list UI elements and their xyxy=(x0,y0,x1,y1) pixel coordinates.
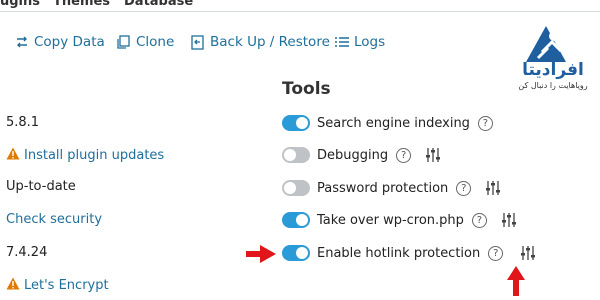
lets-encrypt-link[interactable]: Let's Encrypt xyxy=(6,277,109,293)
logo-name: افرادیتا xyxy=(522,60,584,80)
php-version: 7.4.24 xyxy=(6,245,48,260)
clone-button[interactable]: Clone xyxy=(116,34,174,50)
nav-tab-database[interactable]: Database xyxy=(124,0,193,9)
nav-tab-plugins[interactable]: ugins xyxy=(0,0,40,9)
logo-tagline: رویاهایت را دنبال کن xyxy=(518,81,588,90)
clone-icon xyxy=(117,34,130,49)
toggle-knob xyxy=(296,117,308,129)
help-icon[interactable]: ? xyxy=(471,212,487,228)
toggle-knob xyxy=(296,214,308,226)
warning-icon xyxy=(6,277,20,290)
tool-row-debugging: Debugging ? xyxy=(282,145,441,165)
tool-row-hotlink: Enable hotlink protection ? xyxy=(282,243,536,263)
nav-divider xyxy=(0,11,600,12)
backup-restore-button[interactable]: Back Up / Restore xyxy=(190,34,330,50)
help-icon[interactable]: ? xyxy=(396,147,412,163)
password-toggle[interactable] xyxy=(282,180,310,196)
tools-heading: Tools xyxy=(282,79,331,99)
settings-sliders-icon[interactable] xyxy=(425,147,441,163)
toggle-knob xyxy=(284,149,296,161)
copy-data-button[interactable]: Copy Data xyxy=(14,34,105,50)
toggle-knob xyxy=(284,182,296,194)
red-arrow-right-icon xyxy=(246,245,276,263)
backup-icon xyxy=(191,34,204,50)
tool-label: Take over wp-cron.php xyxy=(317,212,464,228)
copy-data-icon xyxy=(17,36,27,48)
tool-label: Password protection xyxy=(317,180,449,196)
logs-icon xyxy=(335,37,349,47)
copy-data-label: Copy Data xyxy=(34,34,105,50)
install-updates-link[interactable]: Install plugin updates xyxy=(6,147,164,163)
check-security-link[interactable]: Check security xyxy=(6,212,102,227)
install-updates-label: Install plugin updates xyxy=(24,148,165,163)
wp-cron-toggle[interactable] xyxy=(282,212,310,228)
logs-button[interactable]: Logs xyxy=(334,34,385,50)
settings-sliders-icon[interactable] xyxy=(520,245,536,261)
logs-label: Logs xyxy=(354,34,386,50)
backup-label: Back Up / Restore xyxy=(210,34,330,50)
tool-row-password: Password protection ? xyxy=(282,178,501,198)
debugging-toggle[interactable] xyxy=(282,147,310,163)
settings-sliders-icon[interactable] xyxy=(485,180,501,196)
clone-label: Clone xyxy=(136,34,175,50)
warning-icon xyxy=(6,147,20,160)
help-icon[interactable]: ? xyxy=(488,245,504,261)
tool-label: Search engine indexing xyxy=(317,115,470,131)
toggle-knob xyxy=(296,247,308,259)
settings-sliders-icon[interactable] xyxy=(501,212,517,228)
red-arrow-up-icon xyxy=(507,266,525,296)
nav-tab-themes[interactable]: Themes xyxy=(53,0,110,9)
search-indexing-toggle[interactable] xyxy=(282,115,310,131)
lets-encrypt-label: Let's Encrypt xyxy=(24,278,109,293)
help-icon[interactable]: ? xyxy=(477,115,493,131)
help-icon[interactable]: ? xyxy=(456,180,472,196)
hotlink-toggle[interactable] xyxy=(282,245,310,261)
tool-row-search-indexing: Search engine indexing ? xyxy=(282,113,493,133)
update-status: Up-to-date xyxy=(6,179,76,194)
wordpress-version: 5.8.1 xyxy=(6,115,40,130)
tool-label: Enable hotlink protection xyxy=(317,245,481,261)
tool-label: Debugging xyxy=(317,147,389,163)
tool-row-wp-cron: Take over wp-cron.php ? xyxy=(282,210,517,230)
